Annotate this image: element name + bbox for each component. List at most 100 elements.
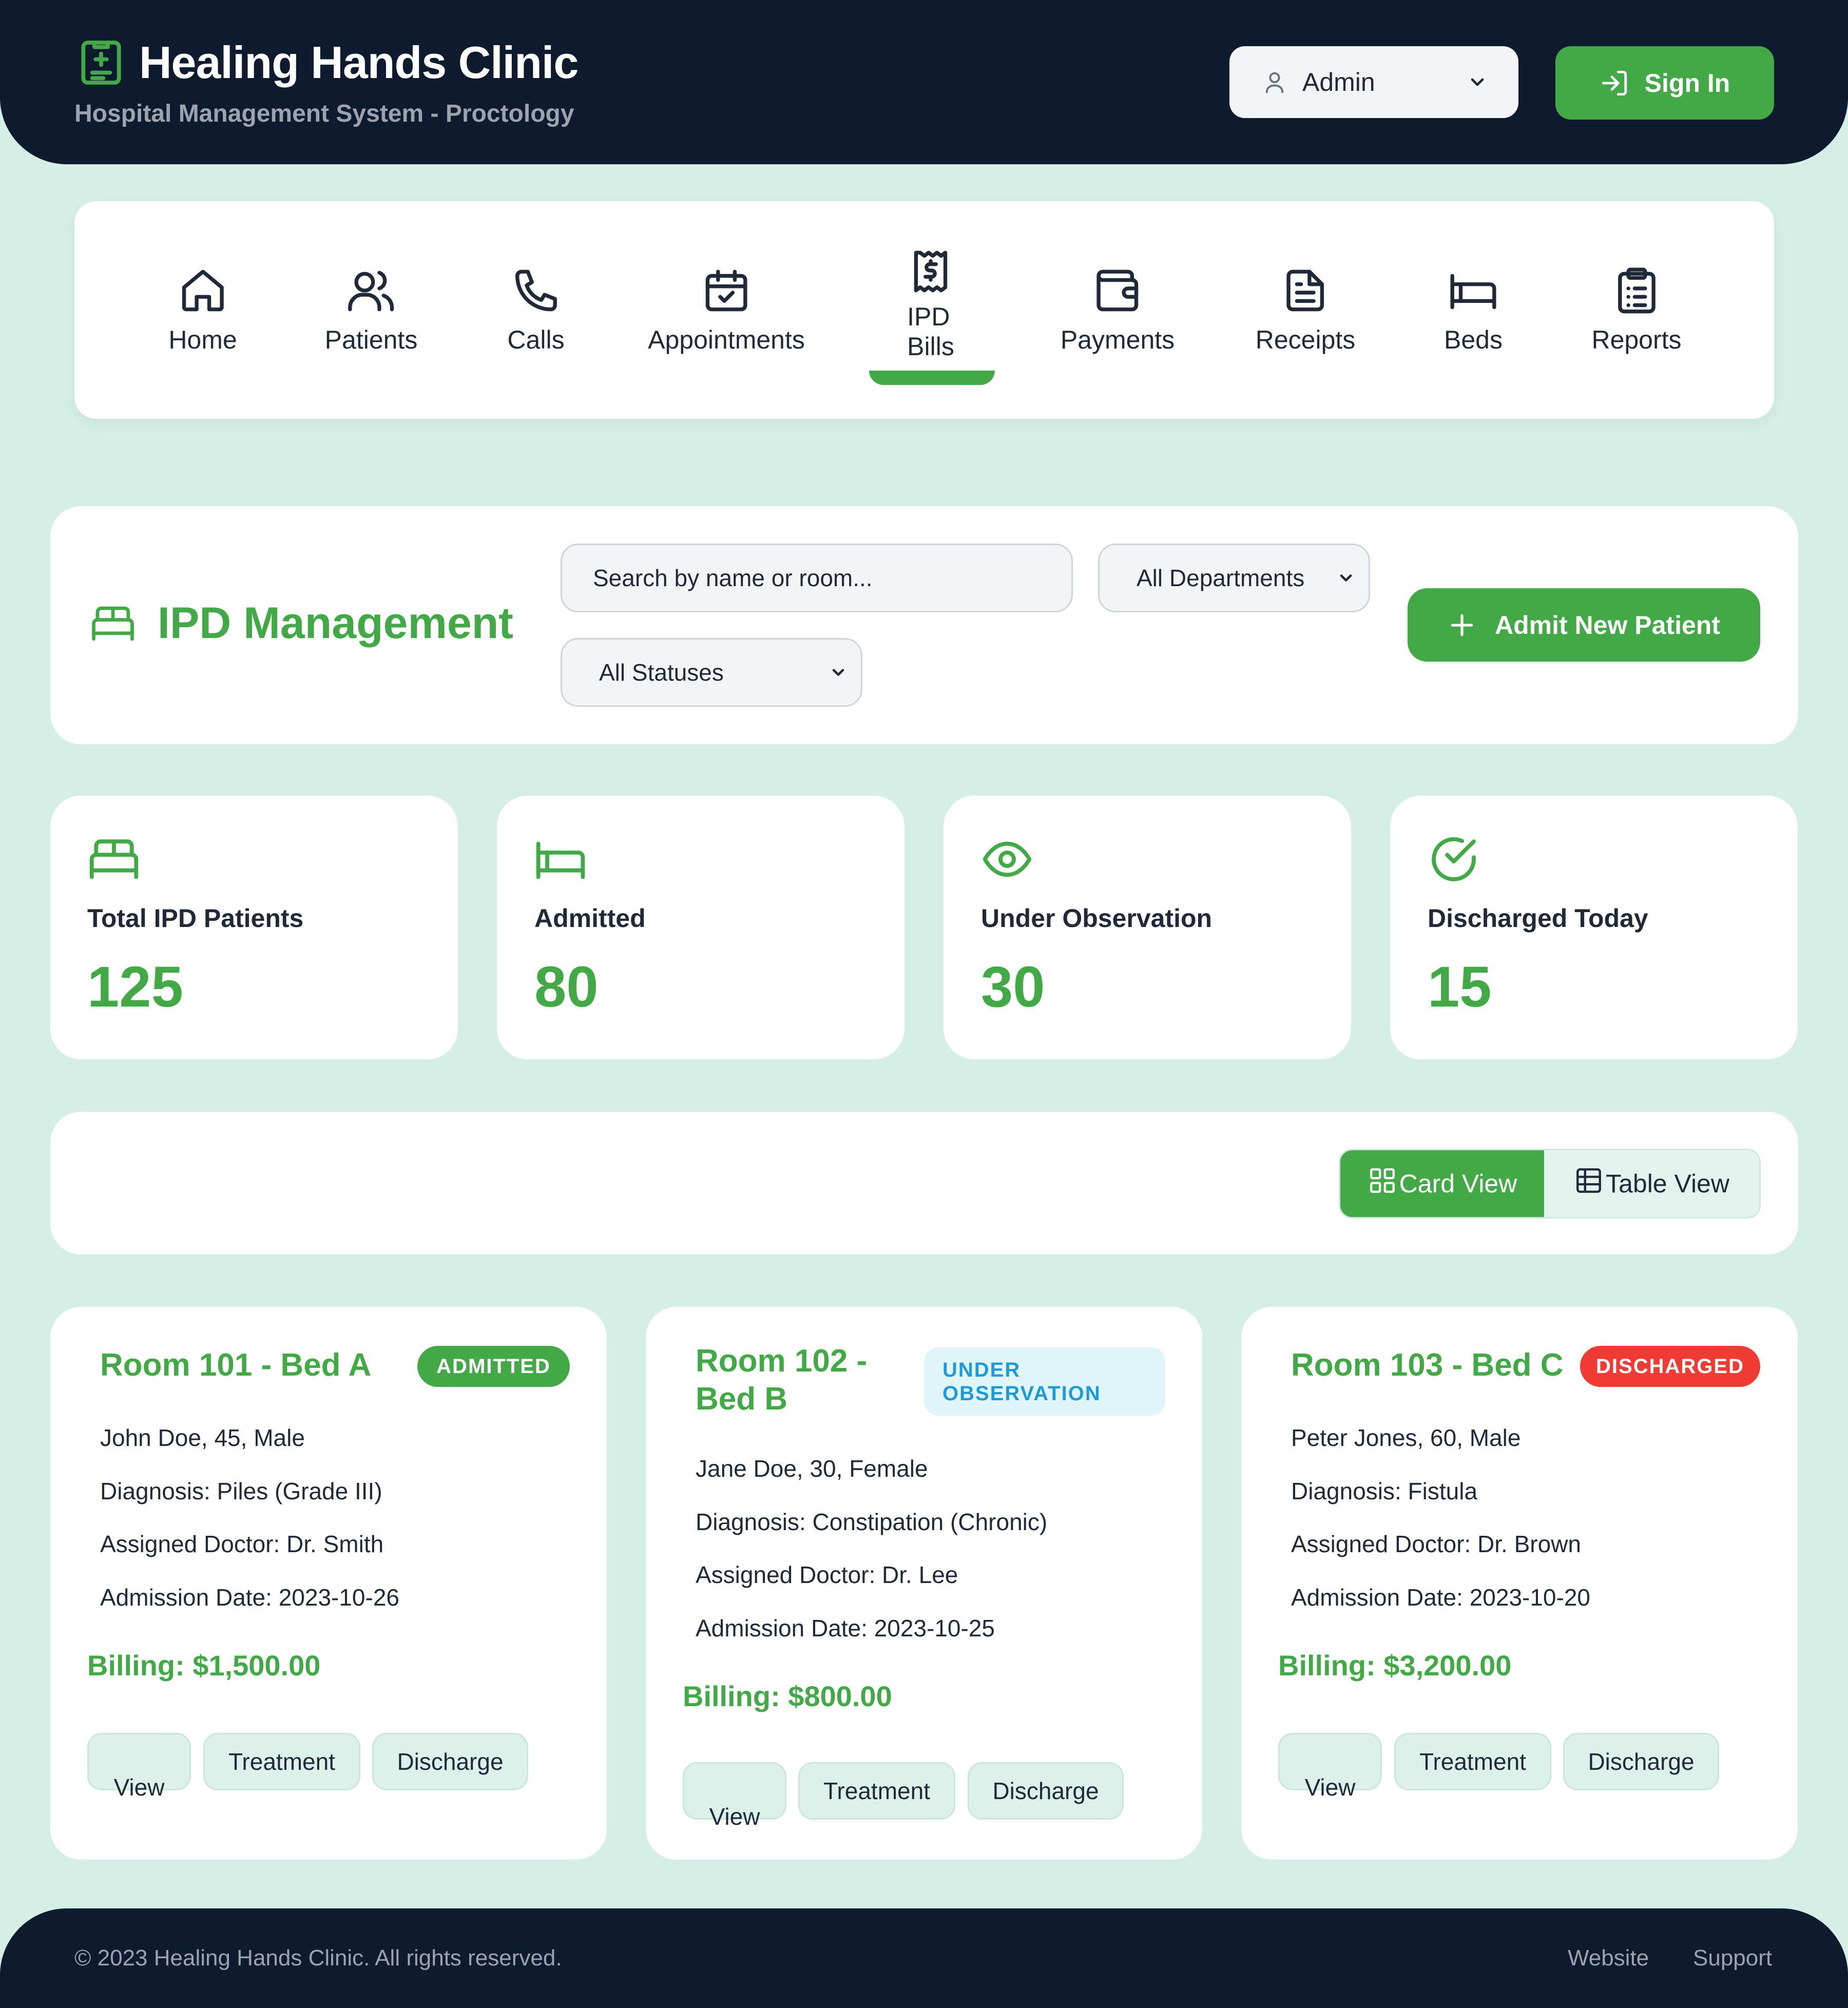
nav-item-reports[interactable]: Reports xyxy=(1591,201,1682,419)
search-input[interactable] xyxy=(561,544,1073,612)
card-view-button[interactable]: Card View xyxy=(1340,1150,1545,1217)
phone-icon xyxy=(515,269,557,312)
status-badge-line: OBSERVATION xyxy=(942,1382,1101,1405)
patient-info: John Doe, 45, Male xyxy=(100,1424,305,1451)
footer-link-support[interactable]: Support xyxy=(1693,1945,1772,1971)
nav-label: Receipts xyxy=(1255,325,1356,354)
role-select[interactable]: Admin xyxy=(1229,46,1518,118)
admit-new-patient-label: Admit New Patient xyxy=(1495,610,1720,640)
bed-double-icon xyxy=(89,839,139,879)
nav-label: Appointments xyxy=(648,325,805,354)
status-badge-line: UNDER xyxy=(942,1358,1021,1381)
login-icon xyxy=(1602,70,1627,95)
treatment-button[interactable]: Treatment xyxy=(798,1762,955,1820)
stat-label: Total IPD Patients xyxy=(87,904,304,933)
copyright-text: © 2023 Healing Hands Clinic. All rights … xyxy=(74,1945,562,1971)
status-badge: UNDER OBSERVATION xyxy=(924,1347,1165,1416)
treatment-button[interactable]: Treatment xyxy=(203,1733,360,1790)
grid-icon xyxy=(1370,1168,1395,1193)
nav-item-beds[interactable]: Beds xyxy=(1444,201,1503,419)
stat-value: 15 xyxy=(1428,955,1492,1019)
patient-doctor: Assigned Doctor: Dr. Lee xyxy=(696,1561,958,1588)
patient-billing: Billing: $1,500.00 xyxy=(87,1649,321,1682)
bed-icon xyxy=(536,841,585,879)
nav-label: Payments xyxy=(1060,325,1175,354)
nav-label: Home xyxy=(168,325,237,354)
chevron-down-icon xyxy=(832,669,844,676)
sign-in-button[interactable]: Sign In xyxy=(1555,46,1774,120)
room-title: Room 102 - Bed B xyxy=(696,1342,867,1418)
chevron-down-icon xyxy=(1471,78,1484,86)
nav-item-payments[interactable]: Payments xyxy=(1061,201,1175,419)
status-select[interactable]: All Statuses xyxy=(561,638,862,707)
nav-item-patients[interactable]: Patients xyxy=(324,201,418,419)
admit-new-patient-button[interactable]: Admit New Patient xyxy=(1408,588,1760,662)
room-title-line: Room 102 - xyxy=(696,1343,868,1379)
view-button[interactable]: View xyxy=(87,1733,191,1801)
nav-item-appointments[interactable]: Appointments xyxy=(648,201,805,419)
patient-diagnosis: Diagnosis: Fistula xyxy=(1291,1478,1478,1504)
nav-active-indicator xyxy=(869,371,995,385)
stat-label: Admitted xyxy=(534,904,646,933)
receipt-dollar-icon xyxy=(914,250,948,293)
app-title: Healing Hands Clinic xyxy=(139,37,579,88)
view-label: View xyxy=(1304,1774,1356,1801)
stat-value: 30 xyxy=(981,955,1045,1019)
department-select-value: All Departments xyxy=(1137,565,1305,591)
department-select[interactable]: All Departments xyxy=(1098,544,1370,612)
calendar-check-icon xyxy=(705,269,747,312)
clinic-logo-icon xyxy=(81,41,121,85)
stat-label: Discharged Today xyxy=(1428,904,1648,933)
users-icon xyxy=(348,271,394,312)
patient-admission-date: Admission Date: 2023-10-26 xyxy=(100,1584,399,1611)
treatment-button[interactable]: Treatment xyxy=(1394,1733,1551,1790)
nav-item-receipts[interactable]: Receipts xyxy=(1255,201,1356,419)
view-button[interactable]: View xyxy=(683,1762,786,1830)
bed-double-icon xyxy=(92,606,134,641)
nav-label: Reports xyxy=(1591,325,1682,354)
discharge-button[interactable]: Discharge xyxy=(968,1762,1124,1820)
table-icon xyxy=(1576,1168,1602,1193)
home-icon xyxy=(182,269,224,312)
status-badge: ADMITTED xyxy=(417,1346,570,1387)
nav-label: Beds xyxy=(1444,325,1503,354)
room-title: Room 103 - Bed C xyxy=(1291,1347,1564,1383)
status-badge: DISCHARGED xyxy=(1580,1346,1760,1387)
nav-item-home[interactable]: Home xyxy=(168,201,237,419)
plus-icon xyxy=(1451,614,1473,636)
view-button[interactable]: View xyxy=(1278,1733,1382,1801)
view-toggle: Card View Table View xyxy=(1339,1149,1761,1219)
page-title: IPD Management xyxy=(158,598,513,648)
patient-admission-date: Admission Date: 2023-10-25 xyxy=(696,1615,995,1642)
nav-label: Patients xyxy=(324,325,418,354)
document-icon xyxy=(1286,269,1324,312)
patient-info: Jane Doe, 30, Female xyxy=(696,1455,928,1482)
footer-link-website[interactable]: Website xyxy=(1568,1945,1649,1971)
nav-item-ipd-bills[interactable]: IPD Bills xyxy=(906,201,956,419)
stat-label: Under Observation xyxy=(981,904,1212,933)
patient-billing: Billing: $3,200.00 xyxy=(1278,1649,1512,1682)
nav-label: IPD Bills xyxy=(907,302,954,361)
ipd-heading: IPD Management xyxy=(90,598,513,649)
app-header: Healing Hands Clinic Hospital Management… xyxy=(0,0,1848,164)
view-label: View xyxy=(709,1803,760,1830)
card-view-label: Card View xyxy=(1399,1169,1517,1198)
discharge-button[interactable]: Discharge xyxy=(372,1733,528,1790)
check-circle-icon xyxy=(1432,837,1476,881)
brand: Healing Hands Clinic Hospital Management… xyxy=(74,36,579,128)
nav-item-calls[interactable]: Calls xyxy=(507,201,565,419)
stat-value: 125 xyxy=(87,955,183,1019)
app-subtitle: Hospital Management System - Proctology xyxy=(74,100,574,127)
table-view-button[interactable]: Table View xyxy=(1544,1150,1759,1217)
bed-icon xyxy=(1450,274,1496,310)
patient-admission-date: Admission Date: 2023-10-20 xyxy=(1291,1584,1590,1611)
patient-doctor: Assigned Doctor: Dr. Smith xyxy=(100,1531,384,1557)
status-select-value: All Statuses xyxy=(599,659,724,686)
view-label: View xyxy=(113,1774,165,1801)
discharge-button[interactable]: Discharge xyxy=(1563,1733,1719,1790)
patient-diagnosis: Diagnosis: Piles (Grade III) xyxy=(100,1478,382,1504)
wallet-icon xyxy=(1096,269,1139,312)
chevron-down-icon xyxy=(1340,574,1352,582)
nav-label: Calls xyxy=(507,325,565,354)
role-label: Admin xyxy=(1302,68,1375,96)
